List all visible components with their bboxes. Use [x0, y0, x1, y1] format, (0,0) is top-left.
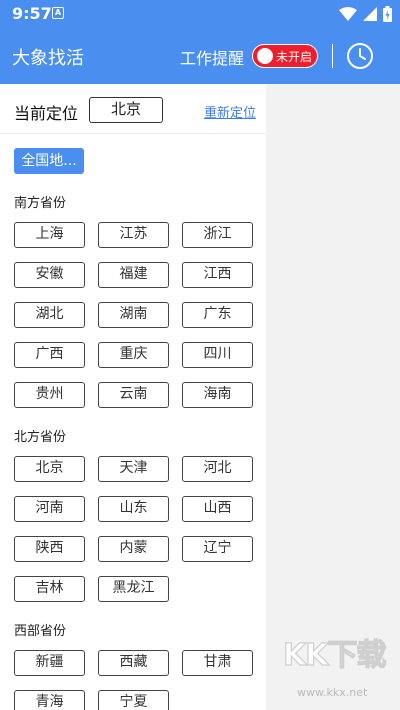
province-button[interactable]: 江苏 [98, 222, 169, 248]
province-button[interactable]: 辽宁 [182, 536, 253, 562]
toggle-state-label: 未开启 [276, 49, 313, 64]
province-button[interactable]: 内蒙 [98, 536, 169, 562]
battery-icon [383, 6, 392, 22]
work-reminder-toggle[interactable]: 未开启 [252, 44, 318, 68]
province-button[interactable]: 甘肃 [182, 650, 253, 676]
province-button[interactable]: 安徽 [14, 262, 85, 288]
current-location-value: 北京 [89, 97, 163, 123]
all-regions-button[interactable]: 全国地... [14, 148, 84, 174]
province-button[interactable]: 天津 [98, 456, 169, 482]
work-reminder-label: 工作提醒 [180, 49, 245, 68]
province-button[interactable]: 海南 [182, 382, 253, 408]
province-button[interactable]: 重庆 [98, 342, 169, 368]
province-button[interactable]: 新疆 [14, 650, 85, 676]
app-bar-divider [332, 44, 333, 68]
province-button[interactable]: 吉林 [14, 576, 85, 602]
signal-icon [363, 7, 377, 21]
province-button[interactable]: 福建 [98, 262, 169, 288]
province-button[interactable]: 云南 [98, 382, 169, 408]
wifi-icon [339, 7, 357, 21]
province-button[interactable]: 西藏 [98, 650, 169, 676]
province-button[interactable]: 广东 [182, 302, 253, 328]
app-title: 大象找活 [12, 48, 84, 69]
province-button[interactable]: 河北 [182, 456, 253, 482]
notification-icon: A [52, 7, 64, 19]
province-button[interactable]: 陕西 [14, 536, 85, 562]
province-button[interactable]: 河南 [14, 496, 85, 522]
watermark-logo: KK下载 [282, 637, 387, 673]
app-bar: 大象找活 工作提醒 未开启 [0, 28, 400, 84]
province-button[interactable]: 四川 [182, 342, 253, 368]
section-title: 西部省份 [14, 624, 67, 639]
province-button[interactable]: 湖北 [14, 302, 85, 328]
province-button[interactable]: 宁夏 [98, 690, 169, 710]
province-button[interactable]: 青海 [14, 690, 85, 710]
location-row: 当前定位 北京 重新定位 [0, 84, 266, 134]
province-button[interactable]: 黑龙江 [98, 576, 169, 602]
province-button[interactable]: 贵州 [14, 382, 85, 408]
status-bar: 9:57 A [0, 0, 400, 28]
toggle-knob [257, 48, 273, 64]
province-button[interactable]: 江西 [182, 262, 253, 288]
current-location-label: 当前定位 [14, 104, 79, 123]
region-panel: 当前定位 北京 重新定位 全国地... 南方省份上海 江苏 浙江安徽 福建 江西湖北 湖南… [0, 84, 266, 710]
section-title: 南方省份 [14, 196, 67, 211]
status-time: 9:57 [12, 4, 52, 23]
province-button[interactable]: 北京 [14, 456, 85, 482]
watermark: KK下载 www.kkx.net [282, 630, 397, 710]
status-icons [339, 5, 392, 23]
section-title: 北方省份 [14, 430, 67, 445]
clock-icon[interactable] [346, 42, 374, 70]
province-button[interactable]: 广西 [14, 342, 85, 368]
right-panel [266, 84, 400, 710]
province-button[interactable]: 上海 [14, 222, 85, 248]
province-button[interactable]: 山西 [182, 496, 253, 522]
province-button[interactable]: 湖南 [98, 302, 169, 328]
relocate-link[interactable]: 重新定位 [204, 102, 256, 121]
watermark-url: www.kkx.net [297, 686, 368, 699]
province-button[interactable]: 浙江 [182, 222, 253, 248]
province-button[interactable]: 山东 [98, 496, 169, 522]
